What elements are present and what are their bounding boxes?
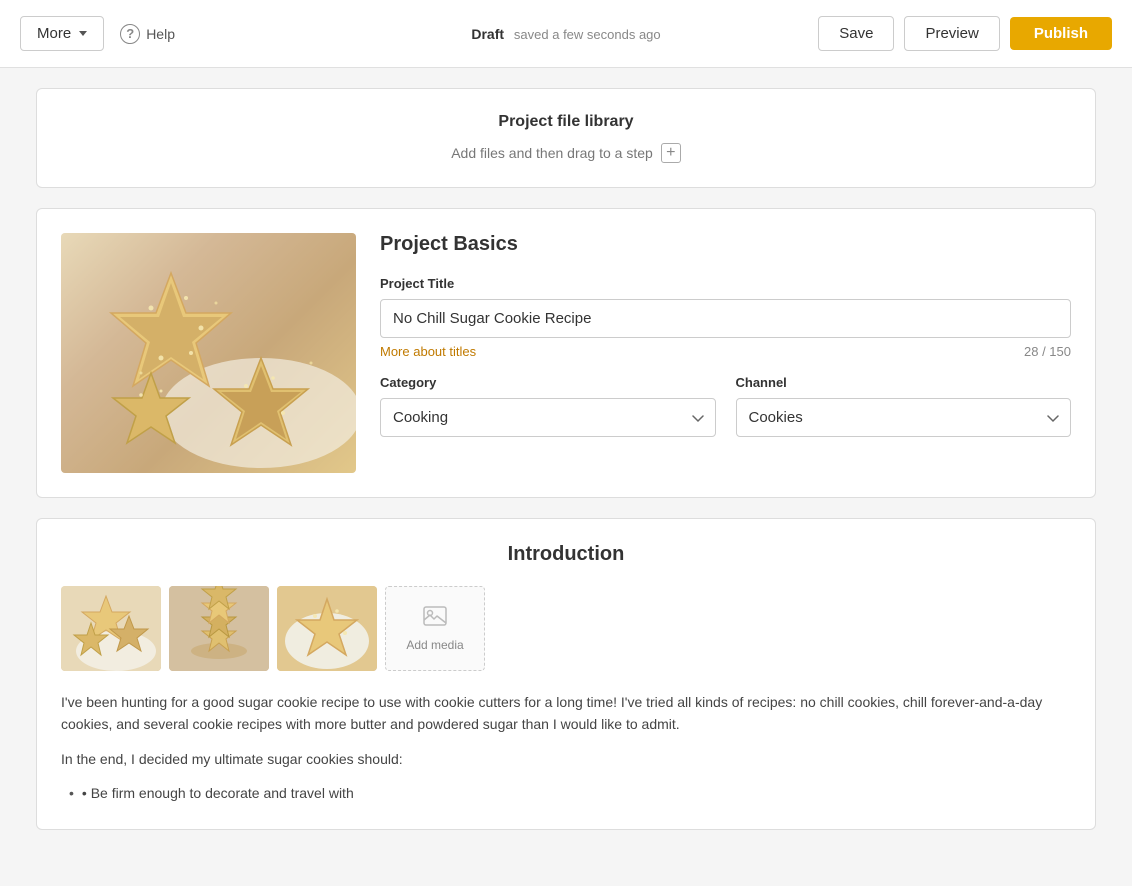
draft-status: saved a few seconds ago [514,27,661,42]
main-content: Project file library Add files and then … [16,68,1116,870]
more-label: More [37,25,71,42]
file-library-title: Project file library [61,113,1071,131]
save-button[interactable]: Save [818,16,894,51]
intro-text: I've been hunting for a good sugar cooki… [61,691,1071,805]
intro-paragraph-2: In the end, I decided my ultimate sugar … [61,748,1071,770]
char-count: 28 / 150 [1024,344,1071,359]
draft-label: Draft [471,26,504,42]
channel-select-wrapper: Cookies Cakes Breads [736,398,1072,437]
chevron-down-icon [79,31,87,36]
more-about-titles-link[interactable]: More about titles [380,344,476,359]
help-icon: ? [120,24,140,44]
help-label: Help [146,26,175,42]
add-files-button[interactable]: Add files and then drag to a step + [451,143,681,163]
intro-paragraph-1: I've been hunting for a good sugar cooki… [61,691,1071,736]
bullet-item-1: • Be firm enough to decorate and travel … [69,782,1071,804]
toolbar-right: Save Preview Publish [818,16,1112,51]
add-media-label: Add media [406,638,463,652]
channel-label: Channel [736,375,1072,390]
basics-section-title: Project Basics [380,233,1071,256]
plus-icon: + [661,143,681,163]
category-channel-row: Category Cooking Baking Food & Drink [380,375,1071,437]
basics-form: Project Basics Project Title More about … [380,233,1071,473]
image-icon [423,606,447,632]
help-button[interactable]: ? Help [120,24,175,44]
preview-button[interactable]: Preview [904,16,999,51]
category-label: Category [380,375,716,390]
file-library-card: Project file library Add files and then … [36,88,1096,188]
bullet-list: • Be firm enough to decorate and travel … [61,782,1071,804]
image-placeholder [61,233,356,473]
title-meta: More about titles 28 / 150 [380,344,1071,359]
intro-section-title: Introduction [61,543,1071,566]
toolbar-center: Draft saved a few seconds ago [471,26,660,42]
title-input[interactable] [380,299,1071,338]
category-select[interactable]: Cooking Baking Food & Drink [380,398,716,437]
channel-select[interactable]: Cookies Cakes Breads [736,398,1072,437]
introduction-card: Introduction [36,518,1096,830]
publish-button[interactable]: Publish [1010,17,1112,50]
media-thumb-3[interactable] [277,586,377,671]
media-row: Add media [61,586,1071,671]
media-thumb-2[interactable] [169,586,269,671]
add-media-button[interactable]: Add media [385,586,485,671]
project-image [61,233,356,473]
toolbar-left: More ? Help [20,16,175,51]
project-basics-layout: Project Basics Project Title More about … [61,233,1071,473]
media-thumb-1[interactable] [61,586,161,671]
channel-col: Channel Cookies Cakes Breads [736,375,1072,437]
more-button[interactable]: More [20,16,104,51]
category-select-wrapper: Cooking Baking Food & Drink [380,398,716,437]
title-label: Project Title [380,276,1071,291]
project-basics-card: Project Basics Project Title More about … [36,208,1096,498]
toolbar: More ? Help Draft saved a few seconds ag… [0,0,1132,68]
add-files-label: Add files and then drag to a step [451,145,653,161]
category-col: Category Cooking Baking Food & Drink [380,375,716,437]
